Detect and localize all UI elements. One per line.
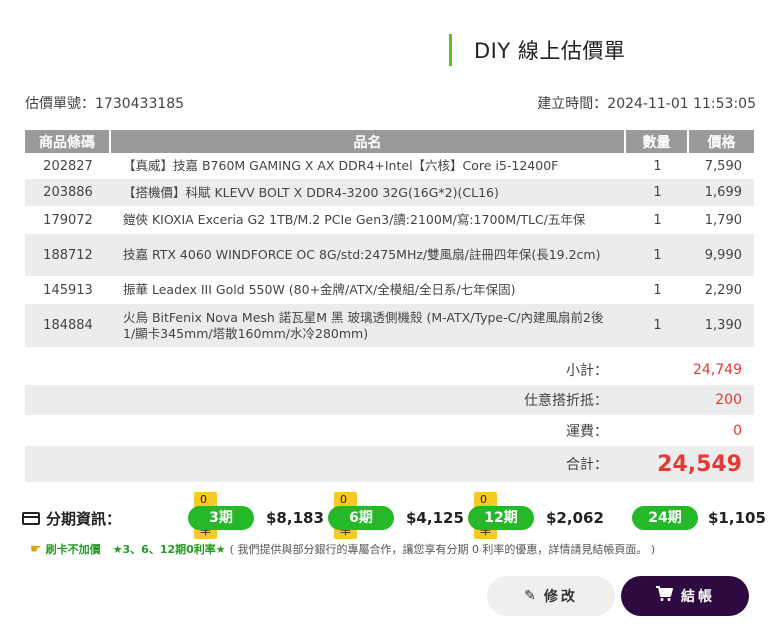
total-label: 合計： [566,457,608,473]
checkout-button[interactable]: 結帳 [621,576,749,616]
term-pill: 12期 [468,506,534,530]
checkout-button-label: 結帳 [681,589,715,605]
edit-button-label: 修改 [543,589,578,605]
table-row: 188712 技嘉 RTX 4060 WINDFORCE OC 8G/std:2… [25,234,754,276]
item-price: 2,290 [689,276,754,304]
item-price: 9,990 [689,234,754,276]
item-price: 1,390 [689,304,754,347]
item-price: 7,590 [689,153,754,179]
discount-value: 200 [715,392,742,408]
item-code: 184884 [25,304,111,347]
shipping-label: 運費： [566,423,608,440]
table-row: 145913 振華 Leadex III Gold 550W (80+金牌/AT… [25,276,754,304]
column-header-qty: 數量 [626,130,689,153]
discount-label: 仕意搭折抵： [524,393,608,409]
hand-point-icon: ☛ [30,541,42,557]
installment-section: 分期資訊： 0利率 3期 $8,183 0利率 6期 $4,125 0利率 12… [22,492,766,542]
installment-label-text: 分期資訊： [46,510,122,528]
item-name: 鎧俠 KIOXIA Exceria G2 1TB/M.2 PCIe Gen3/讀… [111,206,626,234]
item-name: 【搭機價】科賦 KLEVV BOLT X DDR4-3200 32G(16G*2… [111,179,626,206]
item-qty: 1 [626,234,689,276]
term-pill: 6期 [328,506,394,530]
quote-number: 估價單號：1730433185 [25,96,185,112]
pencil-icon: ✎ [524,588,536,604]
column-header-name: 品名 [111,130,626,153]
note-detail: ( 我們提供與部分銀行的專屬合作，讓您享有分期 0 利率的優惠，詳情請見結帳頁面… [229,543,656,556]
item-qty: 1 [626,206,689,234]
item-code: 202827 [25,153,111,179]
installment-note: ☛ 刷卡不加價 ★3、6、12期0利率★ ( 我們提供與部分銀行的專屬合作，讓您… [30,541,655,557]
term-pill: 3期 [188,506,254,530]
term-pill: 24期 [632,506,698,530]
edit-button[interactable]: ✎ 修改 [487,576,615,616]
item-qty: 1 [626,304,689,347]
page-header: DIY 線上估價單 [449,34,625,66]
item-price: 1,790 [689,206,754,234]
item-name: 振華 Leadex III Gold 550W (80+金牌/ATX/全模組/全… [111,276,626,304]
items-table: 商品條碼 品名 數量 價格 202827 【真威】技嘉 B760M GAMING… [25,130,754,347]
item-name: 技嘉 RTX 4060 WINDFORCE OC 8G/std:2475MHz/… [111,234,626,276]
cart-icon [655,586,673,606]
total-value: 24,549 [657,451,742,477]
item-code: 145913 [25,276,111,304]
total-row: 合計： 24,549 [25,446,754,482]
installment-amount: $8,183 [266,509,324,527]
subtotal-label: 小計： [566,363,608,379]
item-code: 203886 [25,179,111,206]
page-title: DIY 線上估價單 [474,39,626,63]
installment-amount: $2,062 [546,509,604,527]
item-code: 188712 [25,234,111,276]
quote-created-time: 建立時間：2024-11-01 11:53:05 [537,96,756,112]
column-header-code: 商品條碼 [25,130,111,153]
item-name: 火鳥 BitFenix Nova Mesh 諾瓦星M 黑 玻璃透側機殼 (M-A… [111,304,626,347]
item-code: 179072 [25,206,111,234]
item-price: 1,699 [689,179,754,206]
subtotal-value: 24,749 [693,362,742,378]
column-header-price: 價格 [689,130,754,153]
note-no-surcharge: 刷卡不加價 [45,543,101,556]
table-header-row: 商品條碼 品名 數量 價格 [25,130,754,153]
table-row: 184884 火鳥 BitFenix Nova Mesh 諾瓦星M 黑 玻璃透側… [25,304,754,347]
item-qty: 1 [626,179,689,206]
installment-amount: $1,105 [708,509,766,527]
title-accent-bar [449,34,452,66]
table-row: 179072 鎧俠 KIOXIA Exceria G2 1TB/M.2 PCIe… [25,206,754,234]
table-row: 202827 【真威】技嘉 B760M GAMING X AX DDR4+Int… [25,153,754,179]
table-row: 203886 【搭機價】科賦 KLEVV BOLT X DDR4-3200 32… [25,179,754,206]
shipping-value: 0 [733,422,742,439]
credit-card-icon [22,512,40,525]
shipping-row: 運費： 0 [25,415,754,446]
item-qty: 1 [626,276,689,304]
item-name: 【真威】技嘉 B760M GAMING X AX DDR4+Intel【六核】C… [111,153,626,179]
discount-row: 仕意搭折抵： 200 [25,385,754,415]
subtotal-row: 小計： 24,749 [25,355,754,385]
installment-label: 分期資訊： [22,508,121,529]
item-qty: 1 [626,153,689,179]
installment-amount: $4,125 [406,509,464,527]
note-zero-interest: ★3、6、12期0利率★ [112,543,226,556]
